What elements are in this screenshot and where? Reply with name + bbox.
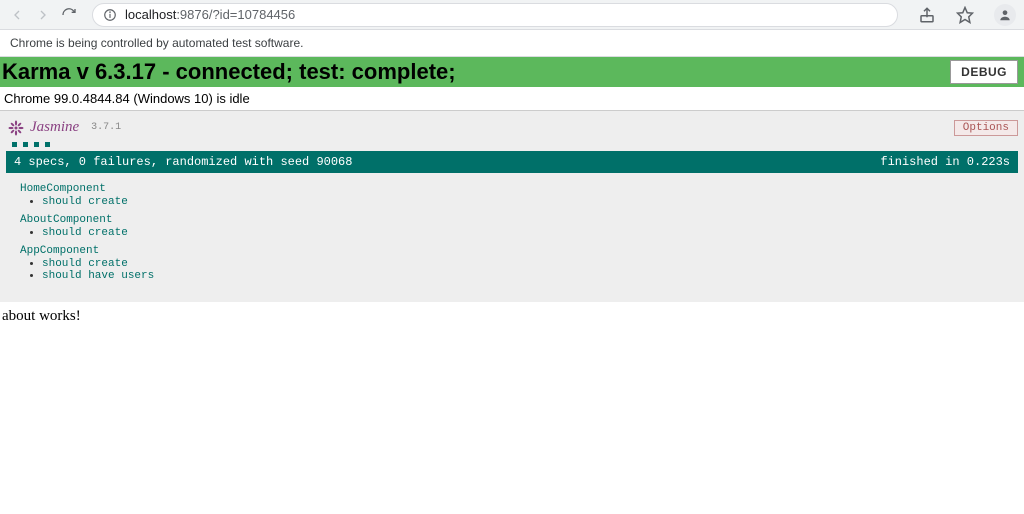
- options-button[interactable]: Options: [954, 120, 1018, 136]
- spec-dot[interactable]: [12, 142, 17, 147]
- suite-name[interactable]: AboutComponent: [20, 214, 1012, 226]
- url-bar[interactable]: localhost:9876/?id=10784456: [92, 3, 898, 27]
- spec-dot[interactable]: [34, 142, 39, 147]
- result-bar: 4 specs, 0 failures, randomized with see…: [6, 151, 1018, 173]
- karma-title: Karma v 6.3.17 - connected; test: comple…: [2, 59, 456, 85]
- spec-suite: AboutComponentshould create: [20, 214, 1012, 239]
- spec-item-list: should create: [20, 196, 1012, 208]
- suite-name[interactable]: AppComponent: [20, 245, 1012, 257]
- spec-item[interactable]: should create: [42, 258, 1012, 270]
- automation-banner: Chrome is being controlled by automated …: [0, 30, 1024, 57]
- forward-icon[interactable]: [34, 6, 52, 24]
- app-output: about works!: [0, 302, 1024, 331]
- spec-item[interactable]: should create: [42, 227, 1012, 239]
- jasmine-brand: Jasmine 3.7.1: [8, 119, 121, 136]
- spec-suite: AppComponentshould createshould have use…: [20, 245, 1012, 282]
- spec-suite: HomeComponentshould create: [20, 183, 1012, 208]
- url-rest: :9876/?id=10784456: [176, 7, 295, 22]
- suite-name[interactable]: HomeComponent: [20, 183, 1012, 195]
- finished-time: finished in 0.223s: [880, 155, 1010, 169]
- share-icon[interactable]: [918, 6, 936, 24]
- spec-item[interactable]: should have users: [42, 270, 1012, 282]
- site-info-icon[interactable]: [103, 8, 117, 22]
- spec-item-list: should create: [20, 227, 1012, 239]
- spec-item[interactable]: should create: [42, 196, 1012, 208]
- jasmine-panel: Jasmine 3.7.1 Options 4 specs, 0 failure…: [0, 111, 1024, 302]
- url-host: localhost: [125, 7, 176, 22]
- reload-icon[interactable]: [60, 6, 78, 24]
- karma-banner: Karma v 6.3.17 - connected; test: comple…: [0, 57, 1024, 87]
- result-summary[interactable]: 4 specs, 0 failures, randomized with see…: [14, 155, 352, 169]
- debug-button[interactable]: DEBUG: [950, 60, 1018, 84]
- spec-item-list: should createshould have users: [20, 258, 1012, 282]
- spec-dots: [6, 142, 1018, 151]
- bookmark-star-icon[interactable]: [956, 6, 974, 24]
- browser-toolbar: localhost:9876/?id=10784456: [0, 0, 1024, 30]
- spec-dot[interactable]: [23, 142, 28, 147]
- profile-avatar-icon[interactable]: [994, 4, 1016, 26]
- jasmine-name: Jasmine: [30, 119, 79, 136]
- jasmine-version: 3.7.1: [91, 122, 121, 133]
- jasmine-logo-icon: [8, 120, 24, 136]
- jasmine-header: Jasmine 3.7.1 Options: [6, 117, 1018, 142]
- spec-dot[interactable]: [45, 142, 50, 147]
- back-icon[interactable]: [8, 6, 26, 24]
- spec-list: HomeComponentshould createAboutComponent…: [6, 173, 1018, 292]
- browser-status: Chrome 99.0.4844.84 (Windows 10) is idle: [0, 87, 1024, 111]
